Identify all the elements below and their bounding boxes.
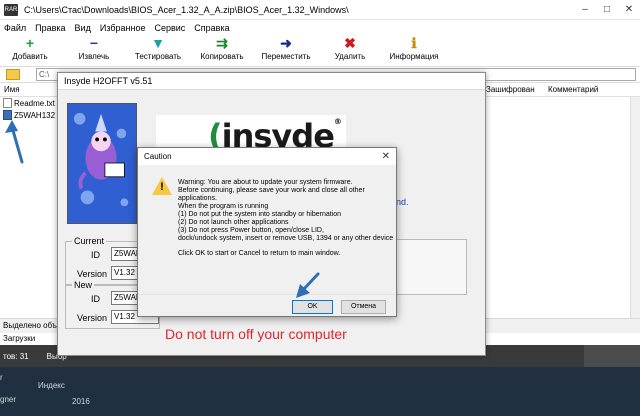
desktop-text: Индекс bbox=[38, 381, 65, 390]
toolbar: + Добавить − Извлечь ▼ Тестировать ⇉ Коп… bbox=[0, 35, 640, 67]
desktop-area: r Индекс gner 2016 bbox=[0, 367, 640, 416]
minimize-button[interactable]: – bbox=[574, 0, 596, 18]
partially-hidden-text: nd. bbox=[396, 197, 409, 207]
desktop-text: gner bbox=[0, 395, 17, 404]
delete-button[interactable]: ✖ Удалить bbox=[328, 35, 372, 61]
current-version-label: Version bbox=[77, 269, 108, 279]
extract-icon: − bbox=[89, 35, 99, 51]
exe-file-icon bbox=[3, 110, 12, 120]
file-name: Z5WAH132 bbox=[14, 110, 56, 120]
caution-title: Caution bbox=[144, 152, 172, 161]
caution-title-bar: Caution ✕ bbox=[138, 148, 396, 165]
column-comment[interactable]: Комментарий bbox=[548, 85, 598, 94]
exclamation-icon: ! bbox=[160, 181, 164, 193]
move-button[interactable]: ➜ Переместить bbox=[261, 35, 311, 61]
add-label: Добавить bbox=[12, 52, 48, 61]
menu-favorites[interactable]: Избранное bbox=[100, 23, 146, 33]
info-icon: ℹ bbox=[411, 35, 417, 51]
status-text: Выделено объ bbox=[3, 321, 57, 330]
info-frame bbox=[395, 239, 467, 295]
menu-file[interactable]: Файл bbox=[4, 23, 26, 33]
explorer-items-count: тов: 31 bbox=[3, 351, 29, 361]
move-label: Переместить bbox=[261, 52, 311, 61]
caution-body: Warning: You are about to update your sy… bbox=[178, 179, 394, 258]
new-group-title: New bbox=[72, 280, 95, 290]
column-encrypted[interactable]: Зашифрован bbox=[486, 85, 535, 94]
window-title: C:\Users\Стас\Downloads\BIOS_Acer_1.32_A… bbox=[24, 4, 349, 15]
maximize-button[interactable]: □ bbox=[596, 0, 618, 18]
menu-bar: Файл Правка Вид Избранное Сервис Справка bbox=[0, 20, 640, 35]
column-name[interactable]: Имя bbox=[4, 85, 20, 94]
caution-instruction: Click OK to start or Cancel to return to… bbox=[178, 250, 341, 257]
add-icon: + bbox=[25, 35, 35, 51]
ok-button[interactable]: OK bbox=[292, 300, 333, 314]
copy-label: Копировать bbox=[200, 52, 244, 61]
desktop-text: 2016 bbox=[72, 397, 90, 406]
menu-tools[interactable]: Сервис bbox=[154, 23, 185, 33]
caution-footer: OK Отмена bbox=[138, 294, 396, 316]
folder-icon[interactable] bbox=[6, 69, 20, 80]
extract-label: Извлечь bbox=[78, 52, 110, 61]
cancel-button[interactable]: Отмена bbox=[341, 300, 386, 314]
copy-button[interactable]: ⇉ Копировать bbox=[200, 35, 244, 61]
menu-view[interactable]: Вид bbox=[75, 23, 91, 33]
text-file-icon bbox=[3, 98, 12, 108]
warning-message: Do not turn off your computer bbox=[165, 326, 347, 342]
h2offt-title: Insyde H2OFFT v5.51 bbox=[58, 73, 485, 90]
close-icon[interactable]: ✕ bbox=[382, 148, 390, 165]
current-id-label: ID bbox=[91, 250, 100, 260]
window-controls: – □ ✕ bbox=[574, 0, 640, 18]
downloads-text: Загрузки bbox=[3, 334, 36, 343]
caution-dialog: Caution ✕ ! Warning: You are about to up… bbox=[137, 147, 397, 317]
test-button[interactable]: ▼ Тестировать bbox=[134, 35, 182, 61]
scrollbar[interactable] bbox=[630, 97, 640, 319]
caution-message: Warning: You are about to update your sy… bbox=[178, 179, 394, 242]
info-button[interactable]: ℹ Информация bbox=[389, 35, 439, 61]
desktop-text: r bbox=[0, 373, 3, 382]
new-id-label: ID bbox=[91, 294, 100, 304]
menu-help[interactable]: Справка bbox=[194, 23, 229, 33]
wizard-illustration-icon bbox=[67, 103, 137, 224]
delete-icon: ✖ bbox=[344, 35, 356, 51]
move-icon: ➜ bbox=[280, 35, 292, 51]
delete-label: Удалить bbox=[334, 52, 366, 61]
add-button[interactable]: + Добавить bbox=[8, 35, 52, 61]
archiver-app-icon: RAR bbox=[4, 3, 18, 16]
current-group-title: Current bbox=[72, 236, 107, 246]
title-bar: RAR C:\Users\Стас\Downloads\BIOS_Acer_1.… bbox=[0, 0, 640, 20]
menu-edit[interactable]: Правка bbox=[35, 23, 65, 33]
test-icon: ▼ bbox=[151, 35, 165, 51]
new-version-label: Version bbox=[77, 313, 108, 323]
file-name: Readme.txt bbox=[14, 98, 55, 108]
copy-icon: ⇉ bbox=[216, 35, 228, 51]
close-button[interactable]: ✕ bbox=[618, 0, 640, 18]
test-label: Тестировать bbox=[134, 52, 182, 61]
registered-mark-icon: ® bbox=[333, 117, 342, 126]
info-label: Информация bbox=[389, 52, 439, 61]
extract-button[interactable]: − Извлечь bbox=[72, 35, 116, 61]
